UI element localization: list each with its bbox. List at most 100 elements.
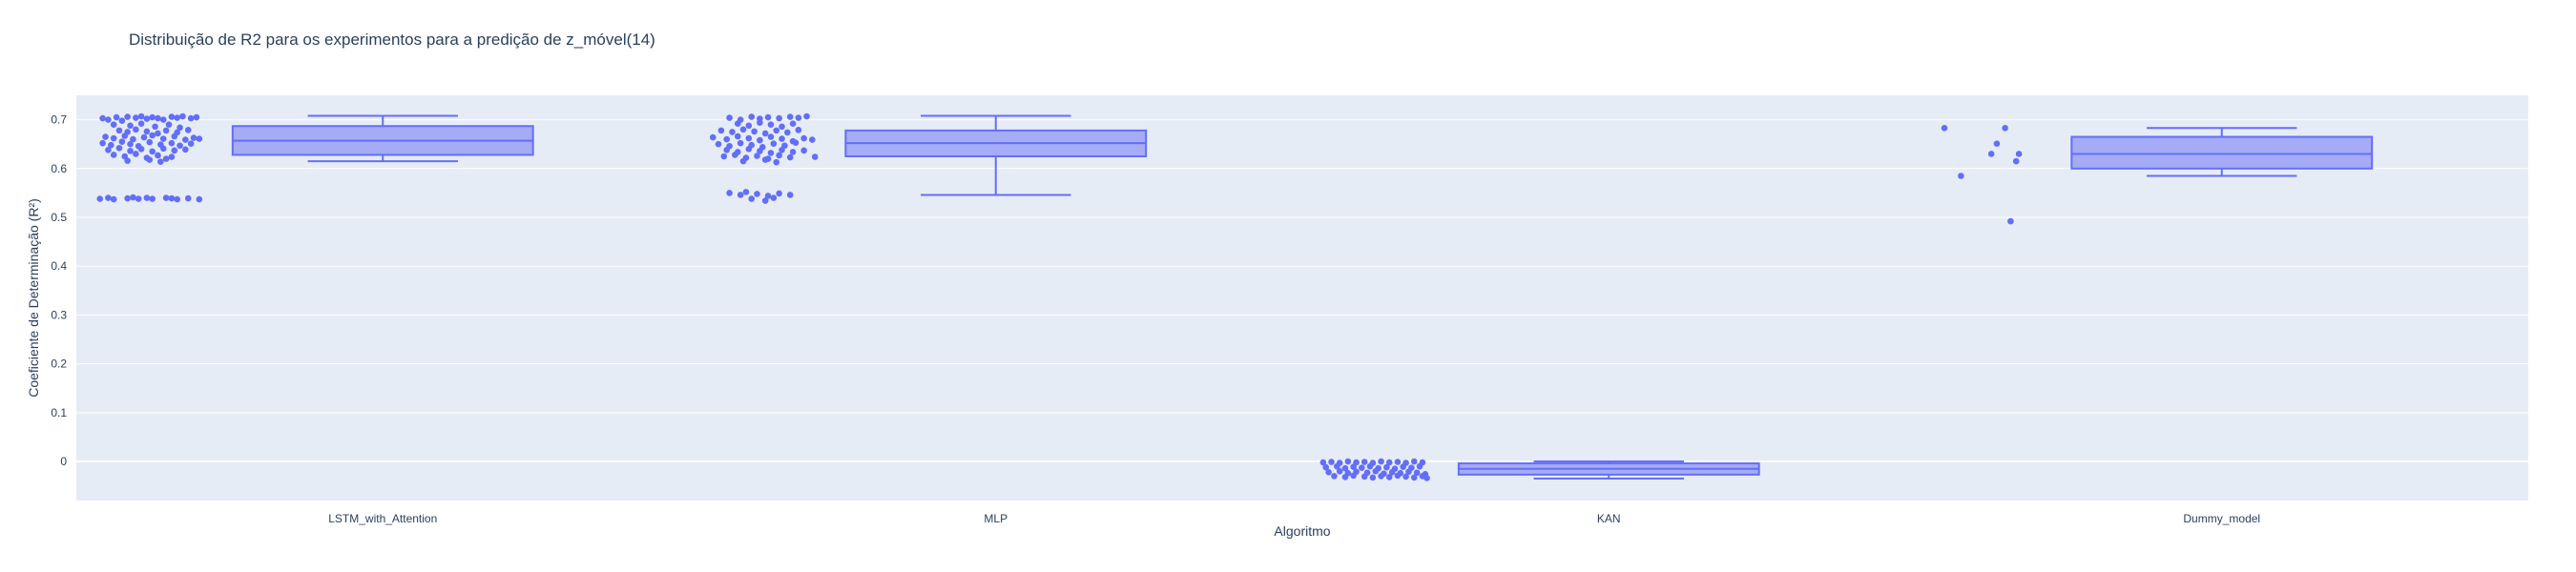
data-point-LSTM_with_Attention	[168, 194, 176, 202]
data-point-KAN	[1328, 459, 1335, 465]
data-point-MLP	[786, 192, 794, 198]
data-point-KAN	[1359, 464, 1365, 471]
data-point-KAN	[1385, 474, 1393, 480]
data-point-MLP	[789, 149, 797, 155]
data-point-LSTM_with_Attention	[137, 120, 145, 127]
data-point-KAN	[1400, 463, 1406, 470]
data-point-LSTM_with_Attention	[143, 115, 151, 122]
data-point-MLP	[739, 157, 747, 165]
x-tick-label: MLP	[984, 512, 1008, 525]
data-point-LSTM_with_Attention	[149, 148, 156, 155]
data-point-LSTM_with_Attention	[149, 132, 156, 139]
data-point-MLP	[767, 121, 775, 129]
data-point-MLP	[811, 153, 819, 160]
data-point-LSTM_with_Attention	[135, 195, 142, 202]
data-point-LSTM_with_Attention	[187, 114, 195, 122]
data-point-KAN	[1410, 458, 1418, 465]
y-axis-ticks: 0 0.1 0.2 0.3 0.4 0.5 0.6 0.7	[51, 113, 67, 468]
y-axis-title: Coeficiente de Determinação (R²)	[26, 198, 41, 398]
x-tick-label: LSTM_with_Attention	[328, 512, 437, 525]
data-point-MLP	[709, 133, 717, 141]
data-point-MLP	[764, 113, 772, 121]
data-point-MLP	[734, 133, 741, 140]
data-point-Dummy_model	[1958, 173, 1964, 179]
x-tick-label: KAN	[1597, 512, 1621, 525]
data-point-LSTM_with_Attention	[99, 139, 106, 147]
data-point-LSTM_with_Attention	[133, 126, 139, 133]
y-tick-label: 0.3	[51, 308, 67, 321]
data-point-MLP	[717, 127, 725, 134]
data-point-Dummy_model	[1993, 140, 2001, 147]
data-point-MLP	[809, 136, 816, 143]
data-point-LSTM_with_Attention	[179, 112, 186, 120]
data-point-LSTM_with_Attention	[174, 114, 180, 121]
data-point-LSTM_with_Attention	[140, 133, 148, 141]
data-point-Dummy_model	[2012, 157, 2020, 165]
data-point-KAN	[1341, 474, 1349, 480]
y-tick-label: 0.4	[51, 259, 67, 273]
data-point-MLP	[761, 197, 769, 204]
data-point-KAN	[1372, 467, 1380, 475]
data-point-LSTM_with_Attention	[110, 134, 117, 142]
data-point-MLP	[767, 150, 775, 156]
data-point-LSTM_with_Attention	[168, 139, 176, 147]
data-point-LSTM_with_Attention	[157, 158, 164, 165]
data-point-LSTM_with_Attention	[196, 135, 203, 142]
data-point-MLP	[784, 129, 791, 136]
data-point-KAN	[1394, 459, 1402, 465]
data-point-LSTM_with_Attention	[146, 156, 154, 163]
data-point-MLP	[779, 135, 785, 142]
data-point-MLP	[729, 129, 736, 135]
data-point-LSTM_with_Attention	[118, 117, 126, 124]
data-point-LSTM_with_Attention	[162, 155, 170, 162]
data-point-MLP	[745, 146, 753, 153]
data-point-LSTM_with_Attention	[196, 195, 203, 203]
data-point-LSTM_with_Attention	[99, 114, 106, 122]
data-point-LSTM_with_Attention	[177, 142, 183, 150]
y-tick-label: 0.1	[51, 406, 67, 419]
data-point-KAN	[1378, 458, 1384, 465]
data-point-LSTM_with_Attention	[152, 123, 158, 131]
data-point-MLP	[779, 123, 785, 131]
data-point-LSTM_with_Attention	[149, 195, 156, 202]
data-point-MLP	[776, 152, 782, 159]
data-point-MLP	[792, 139, 800, 146]
data-point-MLP	[737, 192, 744, 198]
data-point-LSTM_with_Attention	[110, 121, 117, 129]
data-point-KAN	[1331, 473, 1338, 480]
data-point-LSTM_with_Attention	[105, 194, 112, 201]
data-point-LSTM_with_Attention	[115, 145, 123, 152]
data-point-MLP	[748, 113, 756, 120]
data-point-LSTM_with_Attention	[143, 128, 151, 135]
data-point-MLP	[795, 114, 802, 121]
data-point-LSTM_with_Attention	[127, 148, 134, 154]
data-point-LSTM_with_Attention	[184, 194, 192, 202]
data-point-KAN	[1410, 474, 1418, 481]
data-point-MLP	[720, 153, 728, 160]
data-point-KAN	[1336, 467, 1343, 475]
data-point-MLP	[734, 120, 741, 127]
data-point-MLP	[723, 147, 730, 153]
data-point-LSTM_with_Attention	[187, 140, 195, 147]
data-point-MLP	[745, 122, 753, 130]
data-point-LSTM_with_Attention	[146, 138, 154, 146]
data-point-Dummy_model	[1941, 125, 1948, 132]
data-point-LSTM_with_Attention	[113, 113, 120, 121]
data-point-LSTM_with_Attention	[143, 194, 151, 201]
data-point-LSTM_with_Attention	[182, 136, 189, 143]
data-point-MLP	[739, 126, 747, 133]
data-point-LSTM_with_Attention	[137, 112, 145, 120]
data-point-MLP	[770, 140, 778, 147]
y-tick-label: 0.2	[51, 358, 67, 371]
data-point-LSTM_with_Attention	[137, 146, 145, 153]
data-point-KAN	[1394, 472, 1402, 480]
data-point-MLP	[726, 114, 733, 121]
data-point-MLP	[779, 147, 785, 153]
data-point-LSTM_with_Attention	[118, 138, 126, 145]
data-point-LSTM_with_Attention	[155, 114, 161, 122]
data-point-LSTM_with_Attention	[127, 122, 134, 130]
data-point-KAN	[1423, 475, 1430, 481]
data-point-MLP	[726, 190, 733, 196]
y-tick-label: 0.7	[51, 113, 67, 127]
data-point-KAN	[1366, 462, 1374, 470]
